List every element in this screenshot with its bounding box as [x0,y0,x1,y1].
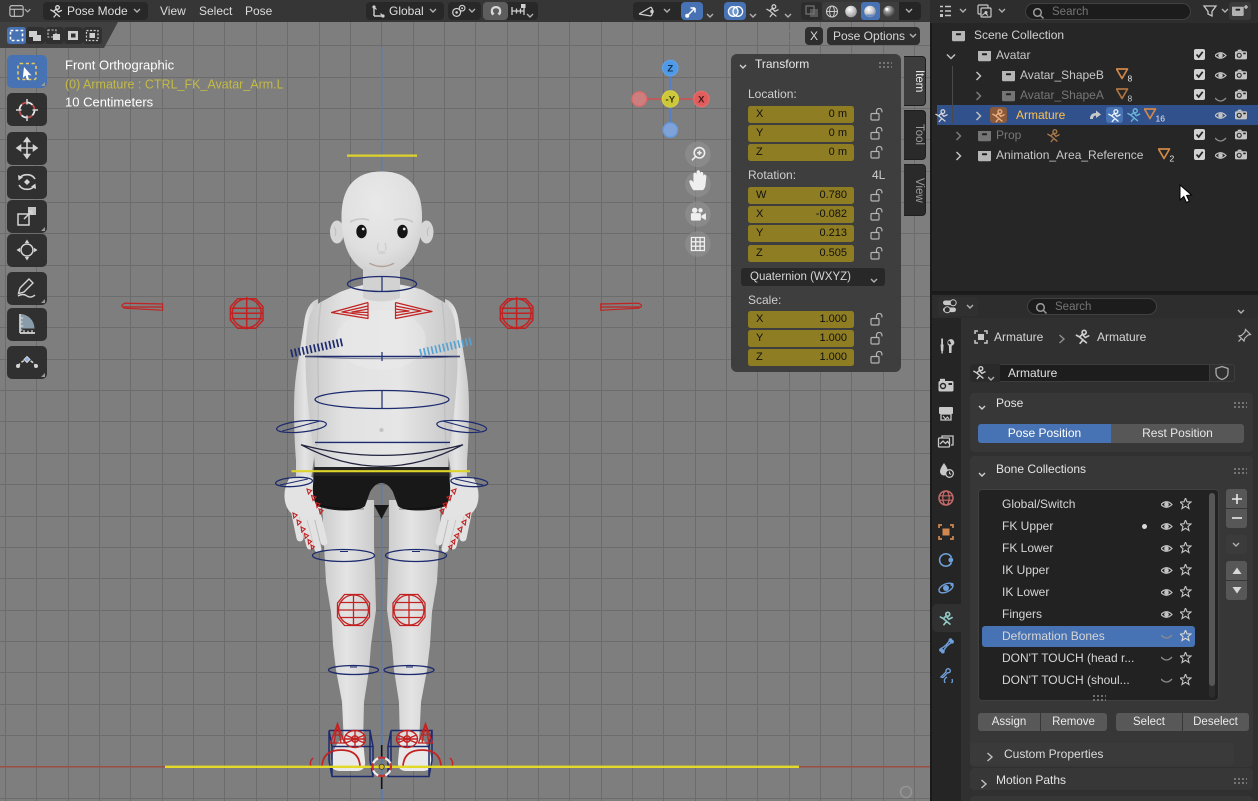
svg-text:(0) Armature : CTRL_FK_Avatar_: (0) Armature : CTRL_FK_Avatar_Arm.L [65,78,284,92]
svg-text:Z: Z [667,63,673,74]
svg-text:16: 16 [1156,113,1166,123]
svg-text:Front Orthographic: Front Orthographic [65,58,175,73]
svg-text:-Y: -Y [666,95,676,106]
svg-text:X: X [698,94,705,105]
svg-text:2: 2 [1170,153,1175,163]
svg-text:10 Centimeters: 10 Centimeters [65,95,154,110]
svg-text:8: 8 [1128,93,1133,103]
svg-text:8: 8 [1128,73,1133,83]
